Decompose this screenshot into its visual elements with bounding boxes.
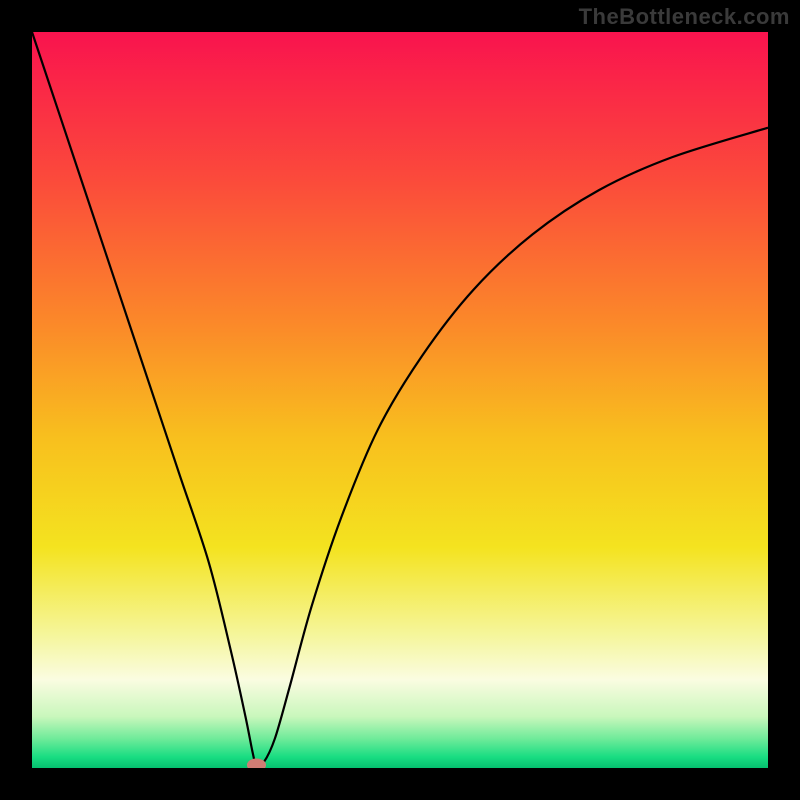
plot-area bbox=[32, 32, 768, 768]
watermark-text: TheBottleneck.com bbox=[579, 4, 790, 30]
chart-frame: TheBottleneck.com bbox=[0, 0, 800, 800]
bottleneck-chart bbox=[32, 32, 768, 768]
gradient-background bbox=[32, 32, 768, 768]
